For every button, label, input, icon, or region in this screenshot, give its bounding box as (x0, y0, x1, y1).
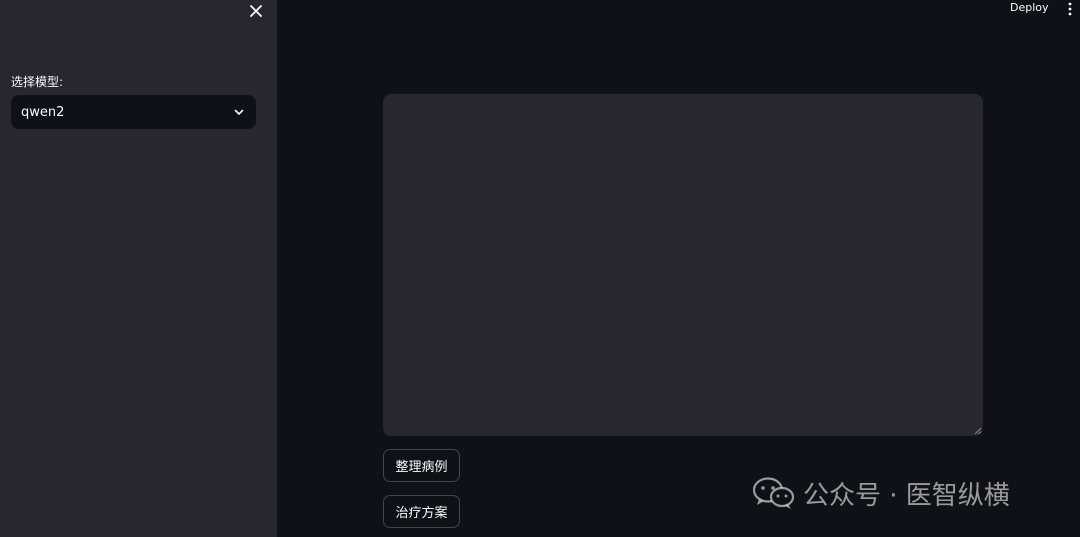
watermark: 公众号 · 医智纵横 (753, 474, 1010, 512)
chevron-down-icon (234, 109, 244, 115)
organize-case-button[interactable]: 整理病例 (383, 449, 460, 482)
main-menu-button[interactable] (1062, 0, 1078, 18)
more-vertical-icon (1068, 2, 1072, 16)
model-select[interactable]: qwen2 (11, 95, 256, 129)
watermark-text: 公众号 · 医智纵横 (803, 480, 1010, 511)
treatment-plan-button[interactable]: 治疗方案 (383, 495, 460, 528)
case-text-area[interactable] (383, 94, 983, 436)
app-root: 选择模型: qwen2 Deploy 整理病例 治疗方案 公众号 · 医智纵横 (0, 0, 1080, 537)
model-select-value: qwen2 (21, 104, 65, 120)
close-icon (250, 5, 262, 17)
resize-grip-icon[interactable] (973, 426, 982, 435)
close-sidebar-button[interactable] (246, 1, 266, 21)
deploy-button[interactable]: Deploy (1010, 1, 1049, 14)
sidebar: 选择模型: qwen2 (0, 0, 277, 537)
model-select-label: 选择模型: (11, 75, 64, 89)
wechat-icon (753, 477, 795, 509)
